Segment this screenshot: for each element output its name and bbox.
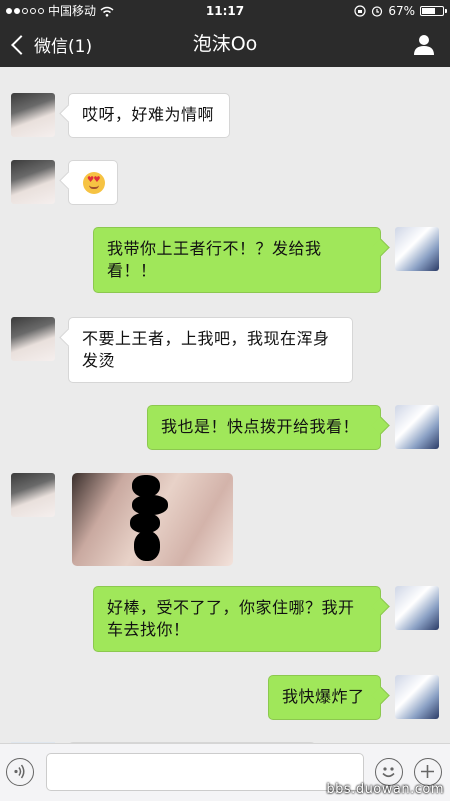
censor-mark [132,475,160,497]
censor-mark [134,531,160,561]
voice-icon [14,764,25,779]
image-message[interactable] [72,473,233,566]
my-avatar[interactable] [395,675,439,719]
contact-avatar[interactable] [11,93,55,137]
top-bar: 中国移动 11:17 67% 微信(1) 泡沫Oo [0,0,450,67]
message-input[interactable] [46,753,364,791]
message-bubble-incoming[interactable] [68,160,118,205]
input-bar: bbs.duowan.com [0,743,450,801]
message-bubble-incoming[interactable]: 不要上王者，上我吧，我现在浑身发烫 [68,317,353,383]
message-bubble-incoming[interactable]: 哎呀，好难为情啊 [68,93,230,138]
my-avatar[interactable] [395,586,439,630]
nav-bar: 微信(1) 泡沫Oo [0,22,450,67]
smiley-icon [382,767,395,778]
contact-avatar[interactable] [11,160,55,204]
battery-icon [420,6,447,16]
contact-avatar[interactable] [11,473,55,517]
status-bar: 中国移动 11:17 67% [0,0,450,22]
alarm-icon [372,6,383,17]
censor-mark [130,513,160,533]
message-bubble-outgoing[interactable]: 我带你上王者行不！？发给我看！！ [93,227,381,293]
contact-avatar[interactable] [11,317,55,361]
message-bubble-outgoing[interactable]: 我快爆炸了 [268,675,381,720]
battery-percent: 67% [388,4,415,18]
my-avatar[interactable] [395,405,439,449]
orientation-lock-icon [354,5,366,17]
watermark: bbs.duowan.com [326,782,444,797]
my-avatar[interactable] [395,227,439,271]
status-right: 67% [354,0,447,22]
chat-title: 泡沫Oo [192,33,258,55]
message-bubble-outgoing[interactable]: 我也是！快点拨开给我看！ [147,405,381,450]
voice-button[interactable] [6,758,34,786]
plus-icon [421,765,434,778]
heart-eyes-emoji-icon [83,171,105,194]
person-icon[interactable] [412,32,436,56]
censor-mark [132,495,168,515]
message-bubble-outgoing[interactable]: 好棒，受不了了，你家住哪？我开车去找你！ [93,586,381,652]
